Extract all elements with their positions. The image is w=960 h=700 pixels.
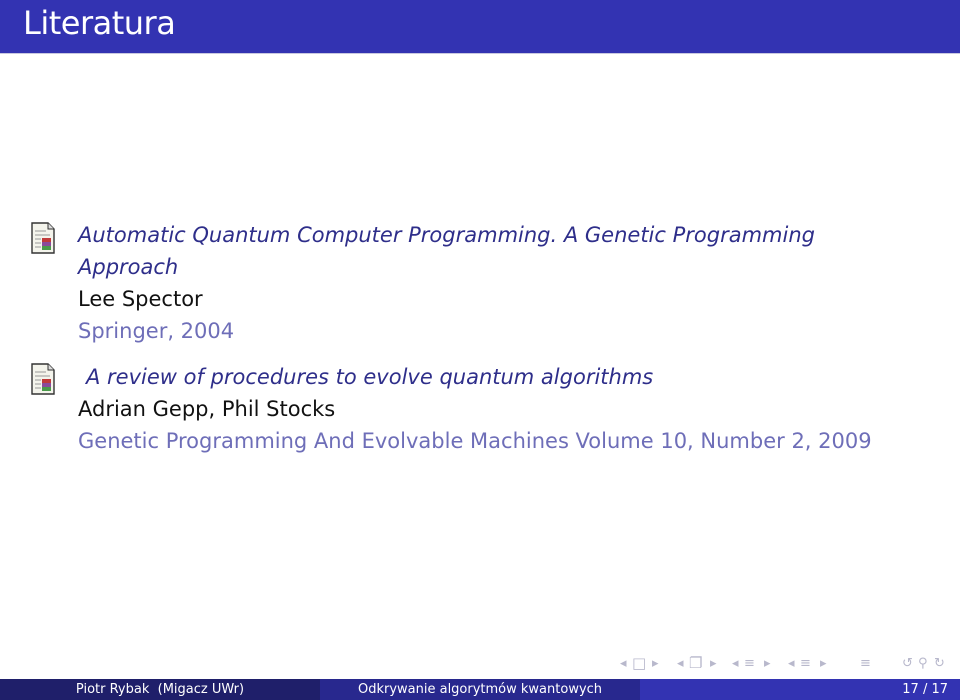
nav-next-icon[interactable]: ▸ <box>652 656 659 671</box>
nav-next-icon[interactable]: ▸ <box>764 656 771 671</box>
slide-header: Literatura <box>0 0 960 54</box>
search-icon[interactable]: ⚲ <box>918 656 928 671</box>
entry-title-line: A review of procedures to evolve quantum… <box>86 365 654 389</box>
entry-title-line: Automatic Quantum Computer Programming. … <box>78 223 815 247</box>
frame-icon[interactable]: □ <box>632 654 646 672</box>
nav-prev-icon[interactable]: ◂ <box>732 656 739 671</box>
undo-icon[interactable]: ↺ <box>902 656 913 671</box>
section-icon[interactable]: ≡ <box>800 656 811 671</box>
footer-page-section: 17 / 17 <box>640 679 960 700</box>
entry-authors: Adrian Gepp, Phil Stocks <box>78 397 336 421</box>
article-document-icon <box>31 222 55 254</box>
navigation-bar: ◂ □ ▸ ◂ ❐ ▸ ◂ ≡ ▸ ◂ ≡ ▸ ≡ ↺ ⚲ ↻ <box>620 654 950 676</box>
entry-publication: Genetic Programming And Evolvable Machin… <box>78 429 872 453</box>
footer-title: Odkrywanie algorytmów kwantowych <box>320 679 640 700</box>
nav-prev-icon[interactable]: ◂ <box>788 656 795 671</box>
section-icon[interactable]: ≡ <box>744 656 755 671</box>
slide-title: Literatura <box>23 4 176 42</box>
slide-footer: Piotr Rybak (Migacz UWr) Odkrywanie algo… <box>0 679 960 700</box>
redo-icon[interactable]: ↻ <box>934 656 945 671</box>
entry-authors: Lee Spector <box>78 287 203 311</box>
entry-title-line: Approach <box>78 255 179 279</box>
nav-prev-icon[interactable]: ◂ <box>620 656 627 671</box>
footer-author: Piotr Rybak (Migacz UWr) <box>0 679 320 700</box>
nav-prev-icon[interactable]: ◂ <box>677 656 684 671</box>
nav-next-icon[interactable]: ▸ <box>820 656 827 671</box>
nav-next-icon[interactable]: ▸ <box>710 656 717 671</box>
page-number: 17 / 17 <box>902 682 948 697</box>
outline-icon[interactable]: ≡ <box>860 656 871 671</box>
subsection-icon[interactable]: ❐ <box>689 654 702 672</box>
entry-publication: Springer, 2004 <box>78 319 235 343</box>
article-document-icon <box>31 363 55 395</box>
